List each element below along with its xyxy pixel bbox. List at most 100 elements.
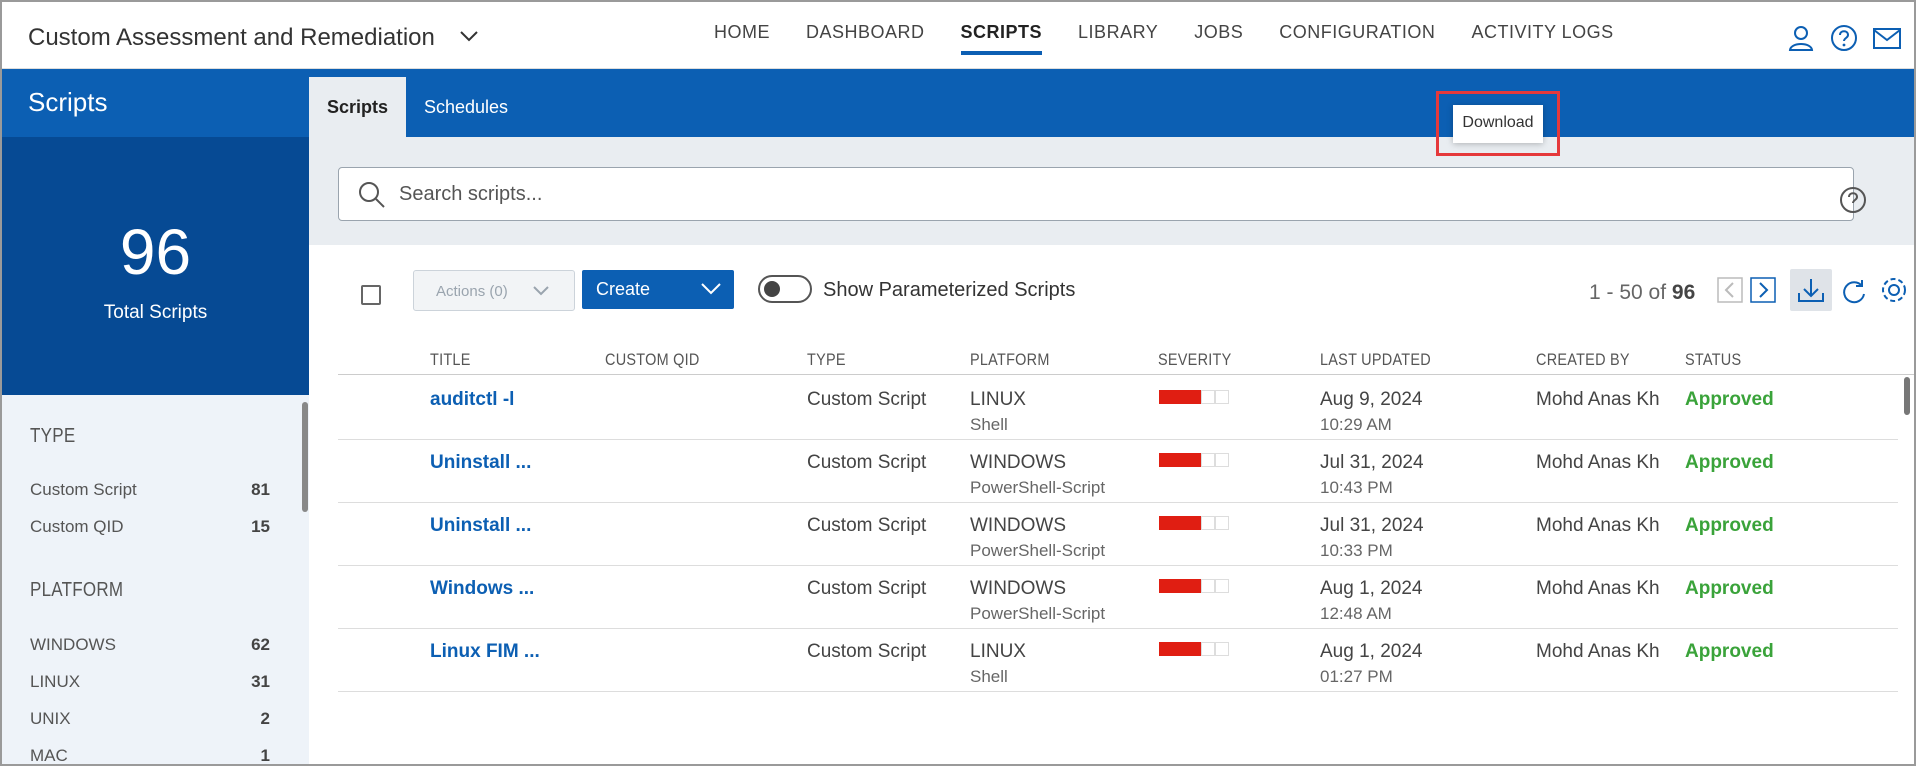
created-by: Mohd Anas Kh	[1536, 578, 1660, 599]
filter-scrollbar[interactable]	[302, 402, 308, 512]
script-platform: WINDOWS	[970, 452, 1067, 473]
pagination-info: 1 - 50 of 96	[1589, 281, 1695, 305]
tab-scripts[interactable]: Scripts	[309, 77, 407, 137]
severity-block	[1215, 642, 1229, 656]
column-custom-qid[interactable]: CUSTOM QID	[605, 350, 700, 370]
column-created-by[interactable]: CREATED BY	[1536, 350, 1630, 370]
total-scripts-card: 96 Total Scripts	[2, 137, 309, 395]
filter-item-label: Custom QID	[30, 517, 124, 536]
refresh-icon[interactable]	[1840, 278, 1868, 306]
severity-block	[1187, 579, 1201, 593]
chevron-down-icon[interactable]	[458, 28, 480, 44]
table-header: TITLE CUSTOM QID TYPE PLATFORM SEVERITY …	[338, 335, 1914, 375]
filter-item-mac[interactable]: MAC 1	[30, 746, 270, 765]
severity-block	[1159, 516, 1173, 530]
app-window: Custom Assessment and Remediation HOME D…	[0, 0, 1916, 766]
script-type: Custom Script	[807, 389, 927, 410]
created-by: Mohd Anas Kh	[1536, 389, 1660, 410]
status-badge: Approved	[1685, 578, 1774, 599]
app-title: Custom Assessment and Remediation	[28, 24, 435, 51]
script-type: Custom Script	[807, 515, 927, 536]
next-page-icon[interactable]	[1750, 277, 1776, 303]
script-platform: LINUX	[970, 389, 1026, 410]
tab-schedules[interactable]: Schedules	[406, 77, 526, 137]
nav-activity-logs[interactable]: ACTIVITY LOGS	[1471, 22, 1613, 55]
status-badge: Approved	[1685, 389, 1774, 410]
help-icon[interactable]	[1830, 24, 1858, 52]
column-severity[interactable]: SEVERITY	[1158, 350, 1232, 370]
table-row[interactable]: auditctl -l Custom Script LINUX Shell Aug 9,…	[338, 377, 1898, 440]
nav-home[interactable]: HOME	[714, 22, 770, 55]
severity-block	[1159, 390, 1173, 404]
table-row[interactable]: Linux FIM ... Custom Script LINUX Shell Aug …	[338, 629, 1898, 692]
column-type[interactable]: TYPE	[807, 350, 846, 370]
script-title-link[interactable]: Uninstall ...	[430, 452, 531, 474]
severity-meter	[1159, 453, 1229, 467]
nav-scripts[interactable]: SCRIPTS	[960, 22, 1043, 55]
script-type: Custom Script	[807, 641, 927, 662]
nav-dashboard[interactable]: DASHBOARD	[806, 22, 925, 55]
severity-block	[1215, 453, 1229, 467]
nav-jobs[interactable]: JOBS	[1194, 22, 1243, 55]
filter-item-label: WINDOWS	[30, 635, 116, 654]
last-updated-date: Jul 31, 2024	[1320, 452, 1424, 473]
severity-meter	[1159, 390, 1229, 404]
nav-configuration[interactable]: CONFIGURATION	[1279, 22, 1435, 55]
parameterized-toggle-label: Show Parameterized Scripts	[823, 279, 1076, 301]
total-scripts-count: 96	[119, 216, 192, 288]
search-help-icon[interactable]	[1839, 186, 1867, 214]
create-button[interactable]: Create	[582, 270, 734, 309]
chevron-down-icon	[533, 286, 549, 296]
severity-block	[1201, 390, 1215, 404]
filter-heading-type: TYPE	[30, 425, 76, 447]
severity-block	[1187, 642, 1201, 656]
sidebar-header: Scripts	[2, 69, 309, 137]
filter-item-custom-script[interactable]: Custom Script 81	[30, 480, 270, 500]
script-title-link[interactable]: Linux FIM ...	[430, 641, 540, 663]
script-title-link[interactable]: Windows ...	[430, 578, 534, 600]
severity-block	[1173, 579, 1187, 593]
severity-block	[1215, 390, 1229, 404]
filter-item-custom-qid[interactable]: Custom QID 15	[30, 517, 270, 537]
script-type: Custom Script	[807, 578, 927, 599]
table-scrollbar[interactable]	[1904, 377, 1910, 415]
script-platform: WINDOWS	[970, 578, 1067, 599]
search-input[interactable]: Search scripts...	[338, 167, 1866, 221]
table-row[interactable]: Uninstall ... Custom Script WINDOWS PowerSh…	[338, 503, 1898, 566]
column-last-updated[interactable]: LAST UPDATED	[1320, 350, 1431, 370]
column-platform[interactable]: PLATFORM	[970, 350, 1050, 370]
script-title-link[interactable]: Uninstall ...	[430, 515, 531, 537]
filter-item-windows[interactable]: WINDOWS 62	[30, 635, 270, 655]
column-status[interactable]: STATUS	[1685, 350, 1741, 370]
filter-item-linux[interactable]: LINUX 31	[30, 672, 270, 692]
table-row[interactable]: Windows ... Custom Script WINDOWS PowerShel…	[338, 566, 1898, 629]
parameterized-toggle[interactable]	[758, 275, 812, 303]
actions-dropdown[interactable]: Actions (0)	[413, 270, 575, 311]
created-by: Mohd Anas Kh	[1536, 515, 1660, 536]
mail-icon[interactable]	[1872, 24, 1902, 52]
filter-item-unix[interactable]: UNIX 2	[30, 709, 270, 729]
column-title[interactable]: TITLE	[430, 350, 471, 370]
severity-block	[1159, 642, 1173, 656]
severity-block	[1187, 390, 1201, 404]
severity-block	[1187, 453, 1201, 467]
gear-icon[interactable]	[1879, 275, 1909, 305]
prev-page-icon[interactable]	[1717, 277, 1743, 303]
created-by: Mohd Anas Kh	[1536, 452, 1660, 473]
script-title-link[interactable]: auditctl -l	[430, 389, 514, 411]
filter-item-count: 1	[260, 746, 270, 765]
user-icon[interactable]	[1787, 24, 1815, 52]
script-platform: WINDOWS	[970, 515, 1067, 536]
table-row[interactable]: Uninstall ... Custom Script WINDOWS PowerSh…	[338, 440, 1898, 503]
created-by: Mohd Anas Kh	[1536, 641, 1660, 662]
select-all-checkbox[interactable]	[361, 285, 381, 305]
nav-library[interactable]: LIBRARY	[1078, 22, 1158, 55]
filter-item-label: MAC	[30, 746, 68, 765]
filter-item-count: 15	[251, 517, 270, 536]
status-badge: Approved	[1685, 515, 1774, 536]
filter-item-label: Custom Script	[30, 480, 137, 499]
download-button[interactable]	[1790, 269, 1832, 311]
severity-block	[1201, 516, 1215, 530]
severity-block	[1173, 642, 1187, 656]
severity-block	[1215, 516, 1229, 530]
